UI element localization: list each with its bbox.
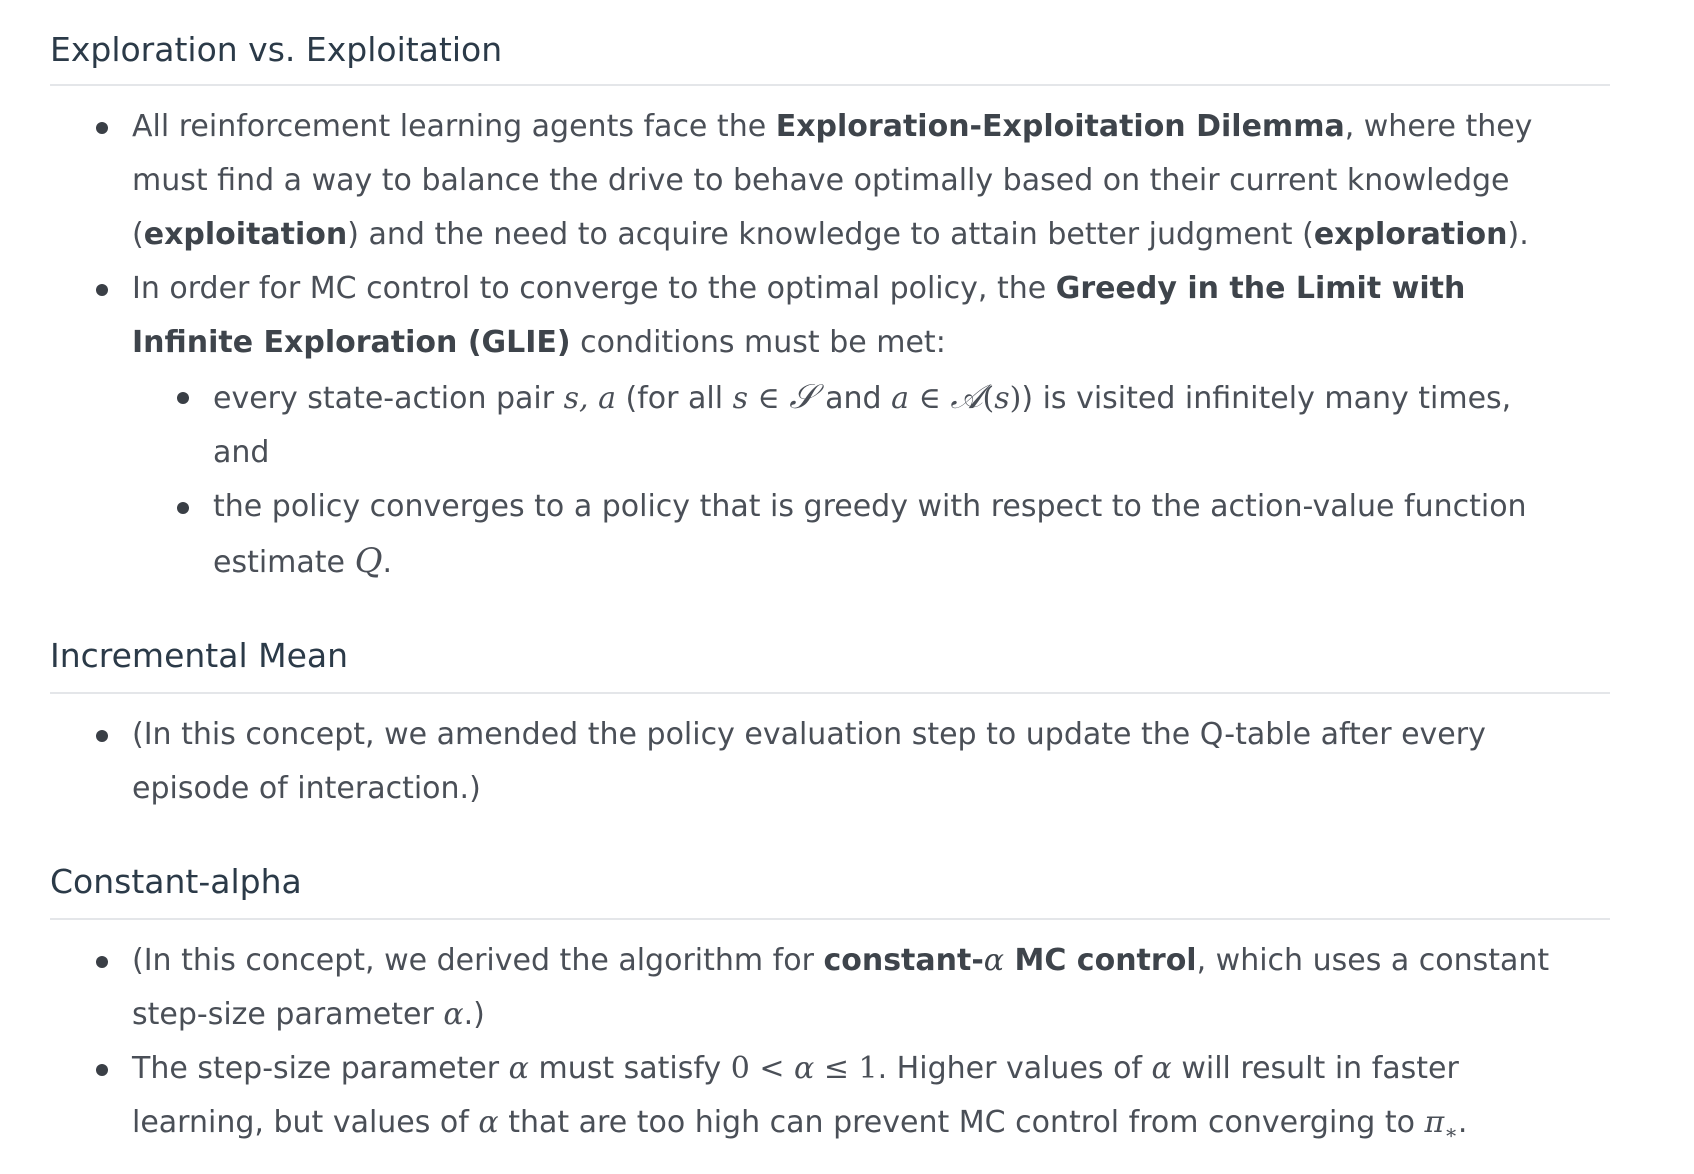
list-item: (In this concept, we derived the algorit… (96, 934, 1560, 1042)
math: α (1151, 1051, 1172, 1086)
text: (In this concept, we derived the algorit… (132, 943, 824, 978)
text: All reinforcement learning agents face t… (132, 109, 776, 144)
text: ). (1507, 217, 1529, 252)
bold-term: constant-α MC control (823, 943, 1196, 978)
document: Exploration vs. Exploitation All reinfor… (0, 0, 1610, 1159)
text: must satisfy (528, 1051, 731, 1086)
text: and (815, 381, 892, 416)
math: 0 (730, 1051, 750, 1086)
math: 𝒮 (789, 377, 816, 417)
section-heading-incremental-mean: Incremental Mean (50, 636, 349, 675)
math: 𝒜 (950, 377, 983, 417)
math: α (443, 997, 464, 1032)
text: . (1457, 1105, 1468, 1140)
text: every state-action pair (213, 381, 564, 416)
math: s, a (563, 381, 616, 416)
section-heading-constant-alpha: Constant-alpha (50, 862, 302, 901)
nested-bullet-list: every state-action pair s, a (for all s … (132, 370, 1550, 590)
text: (for all (615, 381, 733, 416)
math: π (1424, 1105, 1445, 1140)
math-subscript: ∗ (1444, 1120, 1458, 1144)
math: s (994, 381, 1010, 416)
text: . (382, 545, 392, 580)
list-item: the policy converges to a policy that is… (177, 480, 1550, 590)
section-divider (50, 918, 1610, 920)
math: s (732, 381, 749, 416)
list-item: All reinforcement learning agents face t… (96, 100, 1560, 262)
text: ) and the need to acquire knowledge to a… (347, 217, 1314, 252)
text: In order for MC control to converge to t… (132, 271, 1056, 306)
text: that are too high can prevent MC control… (498, 1105, 1425, 1140)
list-item: The step-size parameter α must satisfy 0… (96, 1042, 1560, 1159)
text: constant- (823, 943, 984, 978)
section-divider (50, 692, 1610, 694)
bold-term: exploration (1313, 217, 1508, 252)
math: a (891, 381, 910, 416)
math: ) (1009, 381, 1022, 416)
text: (In this concept, we amended the policy … (132, 717, 1486, 806)
list-item: every state-action pair s, a (for all s … (177, 370, 1550, 480)
math: α (794, 1051, 815, 1086)
math: α (478, 1105, 499, 1140)
math: ∈ (748, 381, 790, 416)
text: The step-size parameter (132, 1051, 509, 1086)
bullet-list: All reinforcement learning agents face t… (50, 100, 1560, 590)
math: 1 (858, 1051, 878, 1086)
text: conditions must be met: (570, 325, 946, 360)
bold-term: exploitation (143, 217, 348, 252)
list-item: (In this concept, we amended the policy … (96, 708, 1560, 816)
math: α (983, 943, 1005, 978)
math: ∈ (909, 381, 951, 416)
bold-term: Exploration-Exploitation Dilemma (775, 109, 1345, 144)
section-divider (50, 84, 1610, 86)
math: α (508, 1051, 529, 1086)
math: Q (354, 541, 383, 581)
section-heading-exploration: Exploration vs. Exploitation (50, 30, 503, 69)
text: the policy converges to a policy that is… (213, 489, 1527, 580)
bullet-list: (In this concept, we derived the algorit… (50, 934, 1560, 1159)
text: .) (463, 997, 485, 1032)
math: ≤ (814, 1051, 859, 1086)
list-item: In order for MC control to converge to t… (96, 262, 1560, 590)
bullet-list: (In this concept, we amended the policy … (50, 708, 1560, 816)
text: MC control (1004, 943, 1197, 978)
math: ( (982, 381, 995, 416)
math: < (749, 1051, 795, 1086)
text: . Higher values of (877, 1051, 1152, 1086)
